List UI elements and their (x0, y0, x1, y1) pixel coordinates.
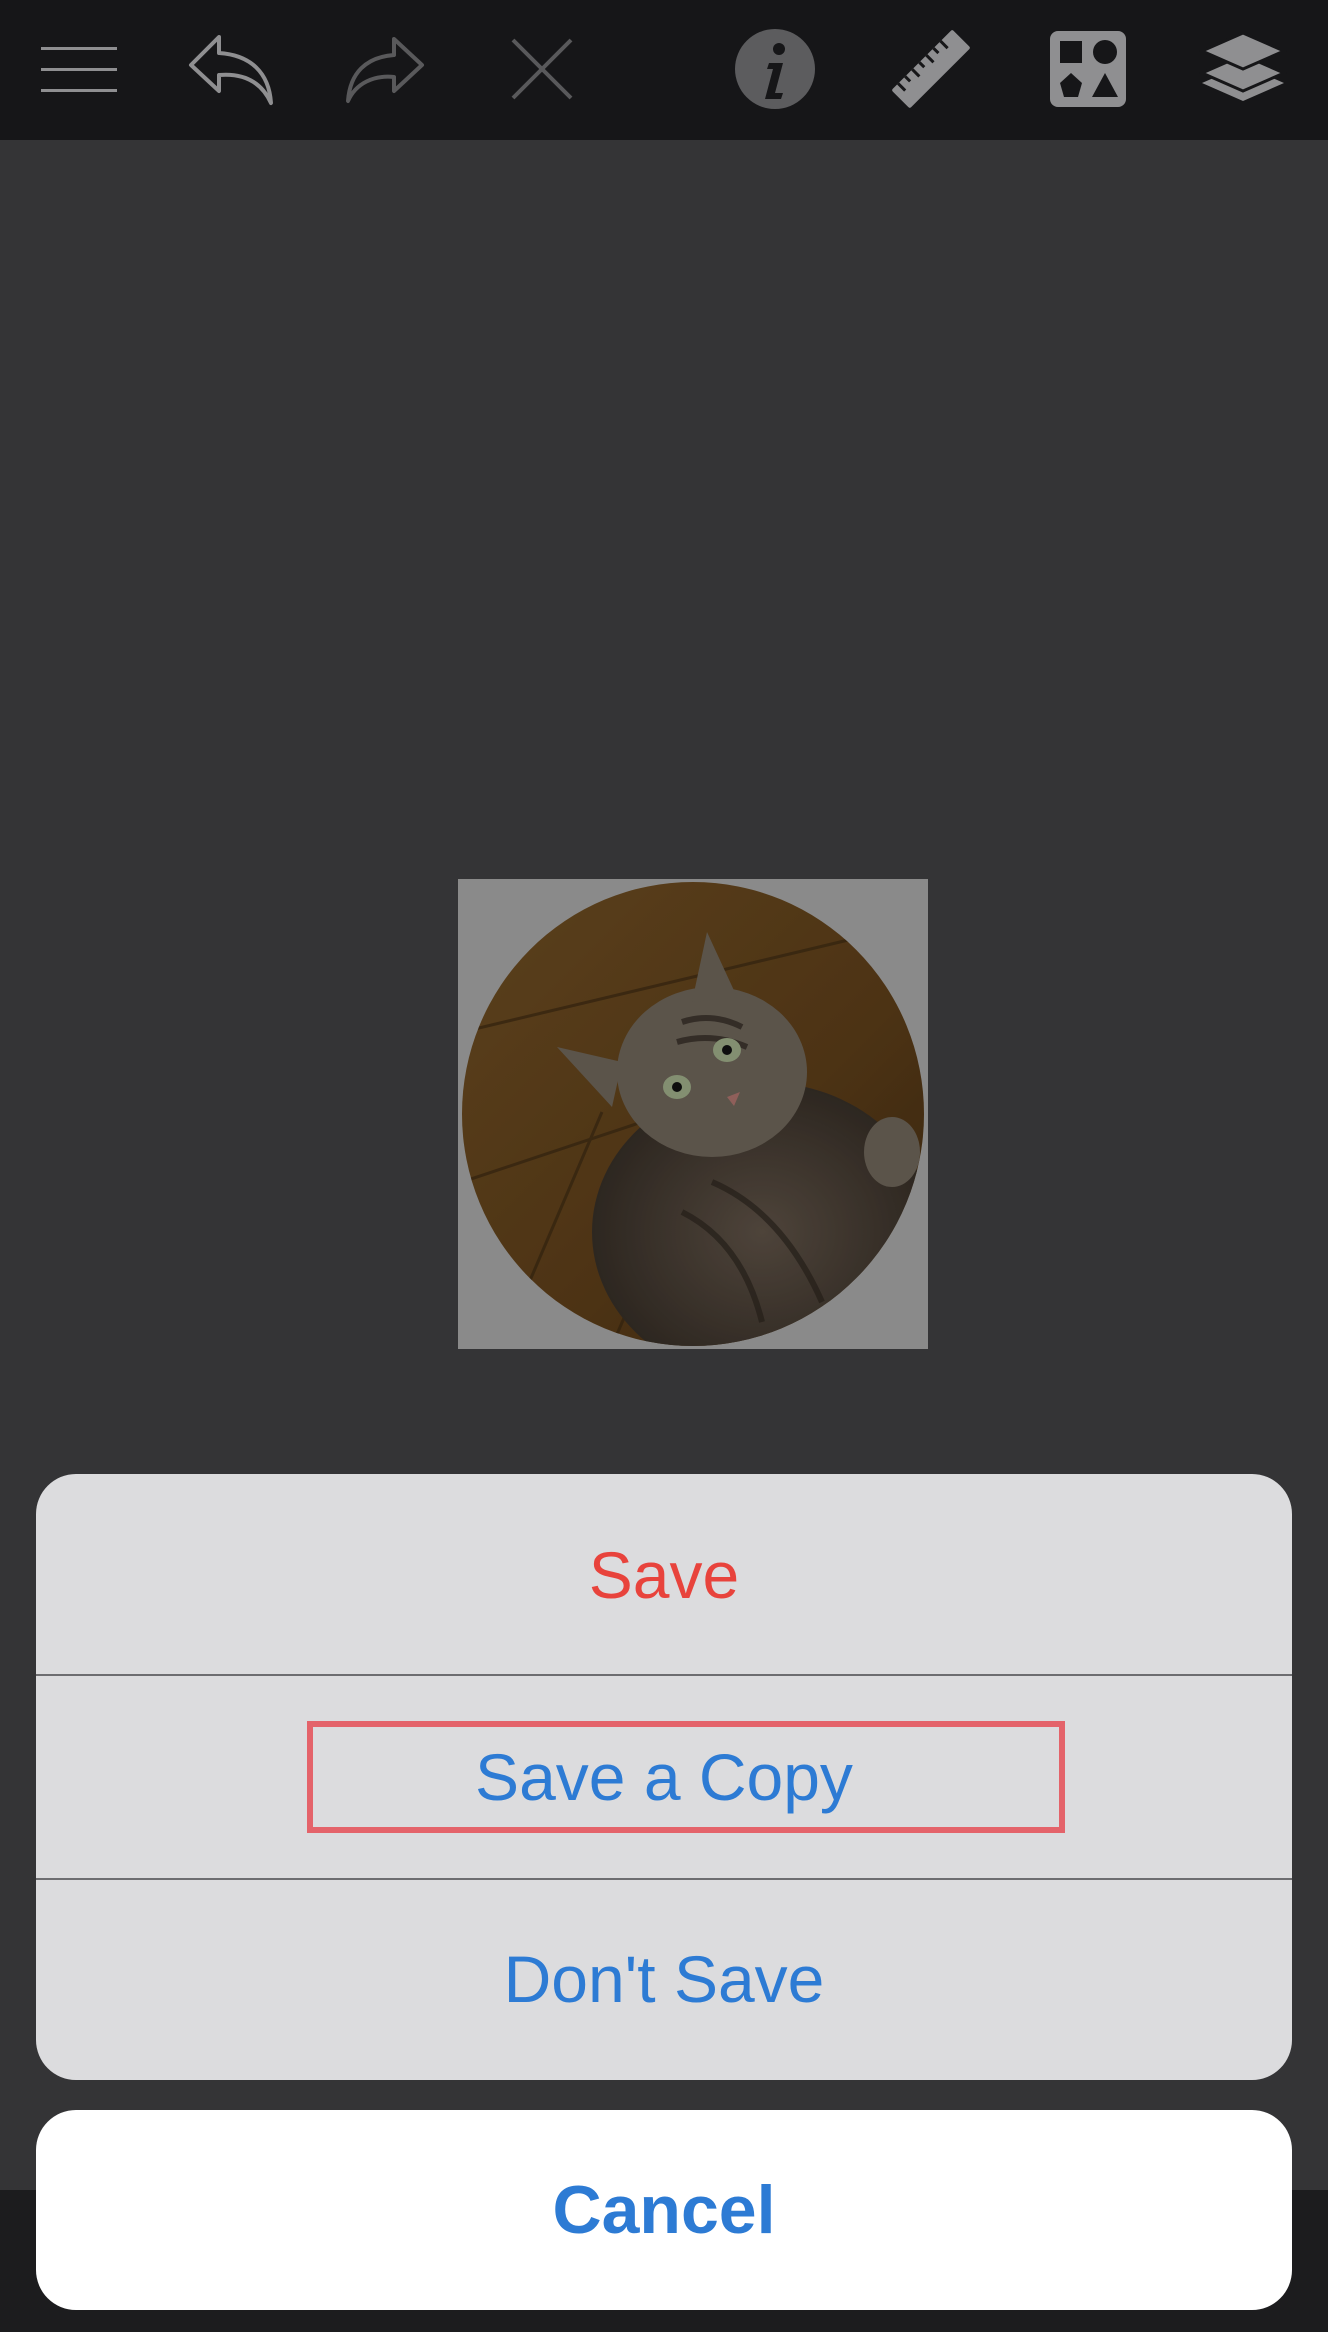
menu-button[interactable] (24, 14, 134, 124)
redo-button[interactable] (330, 14, 440, 124)
shapes-button[interactable] (1033, 14, 1143, 124)
menu-icon (41, 47, 117, 92)
highlight-box (307, 1721, 1065, 1833)
undo-button[interactable] (176, 14, 286, 124)
dont-save-button[interactable]: Don't Save (36, 1878, 1292, 2080)
redo-icon (346, 37, 424, 103)
layers-icon (1198, 31, 1288, 101)
screen: Save Save a Copy Don't Save Cancel (0, 0, 1328, 2332)
shapes-icon (1050, 31, 1126, 107)
cat-photo (462, 882, 924, 1346)
info-button[interactable] (720, 14, 830, 124)
top-toolbar (0, 0, 1328, 140)
undo-icon (189, 35, 273, 105)
ruler-button[interactable] (876, 14, 986, 124)
ruler-icon (892, 30, 970, 108)
close-icon (511, 38, 573, 100)
cancel-button[interactable]: Cancel (36, 2110, 1292, 2310)
close-button[interactable] (487, 14, 597, 124)
layers-button[interactable] (1188, 14, 1298, 124)
info-icon (735, 29, 815, 109)
canvas-image[interactable] (458, 879, 928, 1349)
save-button[interactable]: Save (36, 1474, 1292, 1676)
